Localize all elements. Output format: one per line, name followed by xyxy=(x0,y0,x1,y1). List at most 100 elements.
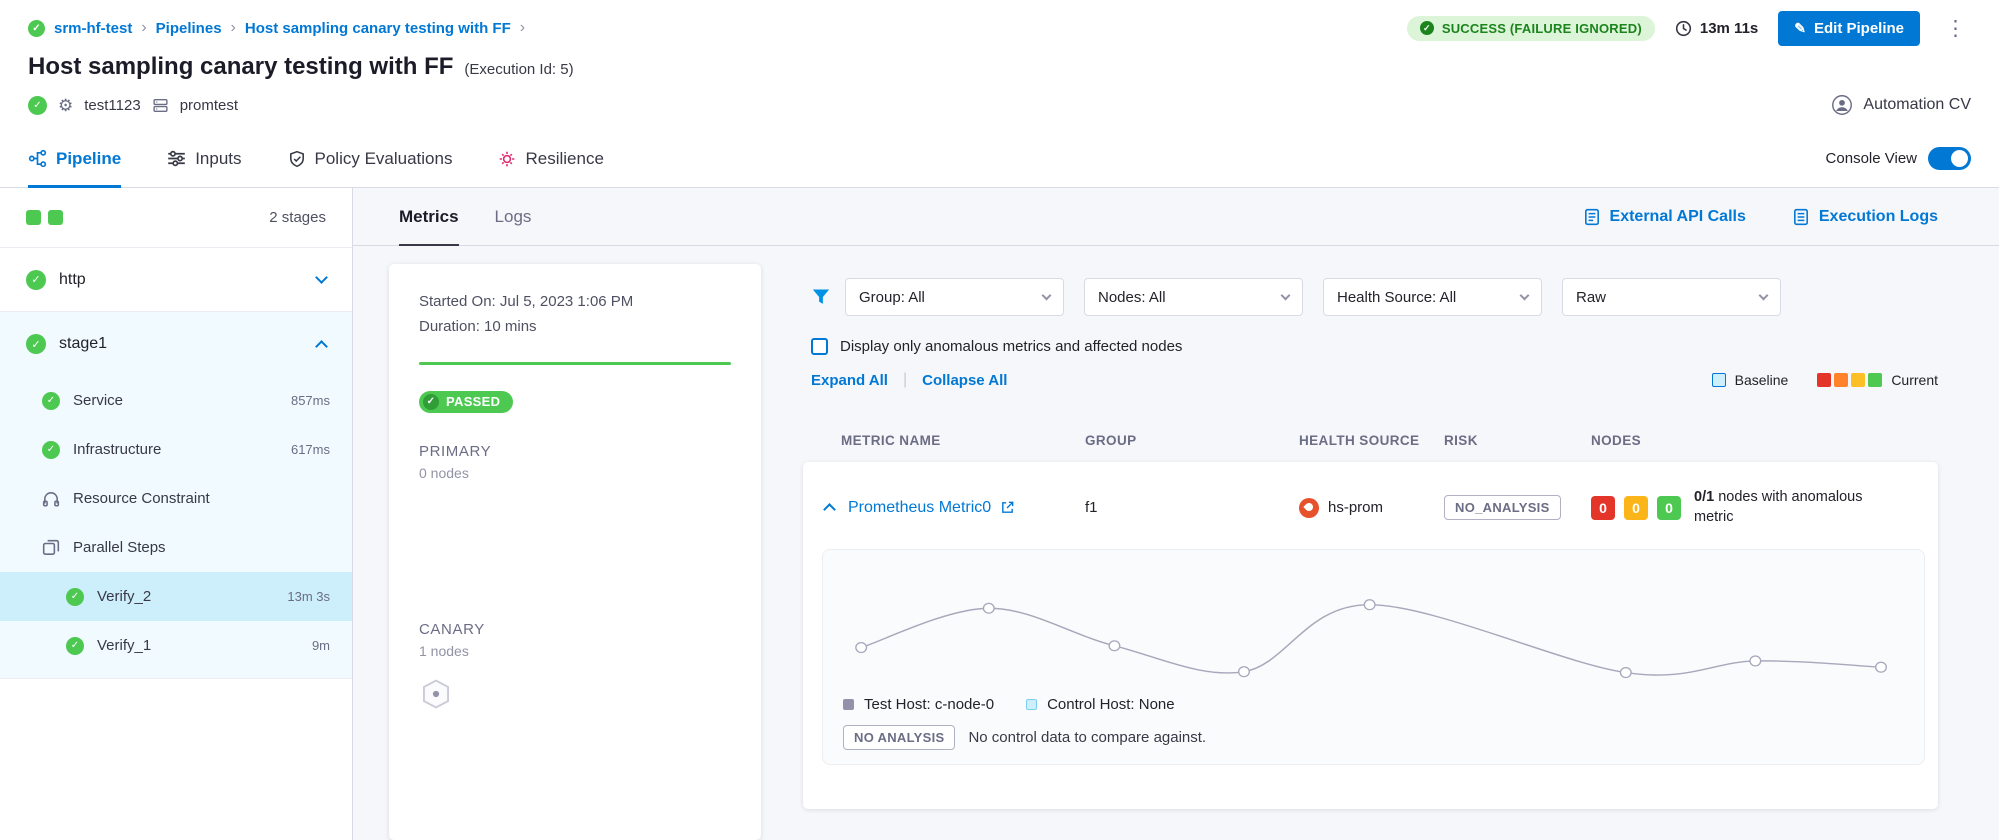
external-link-icon[interactable] xyxy=(1000,500,1015,515)
breadcrumb-pipeline-name[interactable]: Host sampling canary testing with FF xyxy=(245,20,511,37)
service-name: test1123 xyxy=(84,97,140,114)
risk-yellow-swatch-icon xyxy=(1851,373,1865,387)
stage-status-squares xyxy=(26,210,63,225)
triggered-by: Automation CV xyxy=(1831,94,1971,116)
tab-inputs[interactable]: Inputs xyxy=(167,130,241,187)
health-source-name: hs-prom xyxy=(1328,499,1383,516)
primary-node-count: 0 nodes xyxy=(419,465,731,481)
canary-node[interactable] xyxy=(419,677,731,716)
tab-logs[interactable]: Logs xyxy=(495,188,532,245)
topbar: srm-hf-test Pipelines Host sampling cana… xyxy=(0,0,1999,46)
edit-pipeline-button[interactable]: Edit Pipeline xyxy=(1778,11,1920,46)
external-api-calls-link[interactable]: External API Calls xyxy=(1583,208,1746,226)
metrics-table-header: METRIC NAME GROUP HEALTH SOURCE RISK NOD… xyxy=(803,433,1938,448)
stage-row-stage1[interactable]: stage1 xyxy=(0,312,352,376)
chart-point xyxy=(1109,641,1120,651)
page-title: Host sampling canary testing with FF xyxy=(28,53,453,81)
kebab-menu-icon[interactable] xyxy=(1940,16,1971,41)
success-icon xyxy=(26,334,46,354)
execution-logs-label: Execution Logs xyxy=(1819,208,1938,226)
expand-collapse-row: Expand All | Collapse All Baseline xyxy=(803,371,1938,389)
breadcrumb-pipelines[interactable]: Pipelines xyxy=(156,20,222,37)
breadcrumb-project[interactable]: srm-hf-test xyxy=(54,20,132,37)
execution-logs-link[interactable]: Execution Logs xyxy=(1792,208,1938,226)
hosts-row: Test Host: c-node-0 Control Host: None xyxy=(837,696,1910,713)
console-view-toggle[interactable] xyxy=(1928,147,1971,170)
nodes-filter-value: Nodes: All xyxy=(1098,289,1166,306)
canary-label: CANARY xyxy=(419,621,731,638)
baseline-label: Baseline xyxy=(1735,372,1789,388)
metric-name-cell: Prometheus Metric0 xyxy=(841,499,1085,517)
current-label: Current xyxy=(1891,372,1938,388)
project-status-icon xyxy=(28,20,45,37)
api-calls-icon xyxy=(1583,208,1601,226)
canary-node-count: 1 nodes xyxy=(419,643,731,659)
chevron-down-icon xyxy=(1281,290,1291,300)
group-filter-dropdown[interactable]: Group: All xyxy=(845,278,1064,316)
chart-point xyxy=(856,643,867,653)
edit-pipeline-label: Edit Pipeline xyxy=(1814,20,1904,37)
chevron-down-icon xyxy=(1520,290,1530,300)
step-row-verify-2[interactable]: Verify_2 13m 3s xyxy=(0,572,352,621)
metric-name-link[interactable]: Prometheus Metric0 xyxy=(848,499,991,517)
verification-status-badge: PASSED xyxy=(419,391,513,413)
test-host-swatch-icon xyxy=(843,699,854,710)
chart-point xyxy=(1876,662,1887,672)
step-row-service[interactable]: Service 857ms xyxy=(0,376,352,425)
tab-pipeline[interactable]: Pipeline xyxy=(28,130,121,187)
step-row-resource-constraint[interactable]: Resource Constraint xyxy=(0,474,352,523)
shield-check-icon xyxy=(288,150,306,168)
tab-policy-evaluations-label: Policy Evaluations xyxy=(315,149,453,169)
step-label: Infrastructure xyxy=(73,441,161,458)
step-list: Service 857ms Infrastructure 617ms Resou… xyxy=(0,376,352,679)
breadcrumb-separator xyxy=(520,19,525,37)
anomalous-checkbox-label: Display only anomalous metrics and affec… xyxy=(840,338,1182,355)
filter-icon xyxy=(811,287,831,307)
service-status-icon xyxy=(28,96,47,115)
check-icon xyxy=(1420,21,1434,35)
control-host-label: Control Host: None xyxy=(1047,696,1175,713)
step-row-infrastructure[interactable]: Infrastructure 617ms xyxy=(0,425,352,474)
step-label: Parallel Steps xyxy=(73,539,166,556)
filter-row: Group: All Nodes: All Health Source: All xyxy=(803,278,1938,316)
chart-point xyxy=(983,603,994,613)
pipeline-icon xyxy=(28,149,47,168)
analysis-message: No control data to compare against. xyxy=(968,729,1206,746)
execution-logs-icon xyxy=(1792,208,1810,226)
control-host-chip[interactable]: Control Host: None xyxy=(1026,696,1175,713)
service-environment: test1123 promtest xyxy=(28,96,238,115)
step-label: Verify_2 xyxy=(97,588,151,605)
chart-point xyxy=(1239,667,1250,677)
stage-label: stage1 xyxy=(59,335,107,353)
tab-metrics[interactable]: Metrics xyxy=(399,188,459,245)
metrics-tab-bar: Metrics Logs External API Calls Executio… xyxy=(353,188,1999,246)
step-duration: 857ms xyxy=(291,393,330,408)
tab-policy-evaluations[interactable]: Policy Evaluations xyxy=(288,130,453,187)
collapse-chevron-icon[interactable] xyxy=(823,503,836,516)
collapse-all-link[interactable]: Collapse All xyxy=(922,372,1007,389)
test-host-chip[interactable]: Test Host: c-node-0 xyxy=(843,696,994,713)
step-row-verify-1[interactable]: Verify_1 9m xyxy=(0,621,352,670)
risk-red-swatch-icon xyxy=(1817,373,1831,387)
health-source-filter-dropdown[interactable]: Health Source: All xyxy=(1323,278,1542,316)
step-label: Service xyxy=(73,392,123,409)
chevron-down-icon xyxy=(1759,290,1769,300)
expand-all-link[interactable]: Expand All xyxy=(811,372,888,389)
stage-row-http[interactable]: http xyxy=(0,248,352,312)
stage-label: http xyxy=(59,271,86,289)
verification-status-label: PASSED xyxy=(446,394,500,409)
tab-resilience[interactable]: Resilience xyxy=(498,130,603,187)
data-mode-dropdown[interactable]: Raw xyxy=(1562,278,1781,316)
col-nodes: NODES xyxy=(1591,433,1938,448)
prometheus-icon xyxy=(1299,498,1319,518)
started-on: Started On: Jul 5, 2023 1:06 PM xyxy=(419,290,731,315)
nodes-summary-text: nodes with anomalous metric xyxy=(1694,489,1863,525)
breadcrumb: srm-hf-test Pipelines Host sampling cana… xyxy=(28,19,525,37)
resilience-icon xyxy=(498,150,516,168)
pipeline-execution-page: srm-hf-test Pipelines Host sampling cana… xyxy=(0,0,1999,840)
step-row-parallel-steps[interactable]: Parallel Steps xyxy=(0,523,352,572)
anomalous-checkbox[interactable] xyxy=(811,338,828,355)
status-badge-label: SUCCESS (FAILURE IGNORED) xyxy=(1442,21,1642,36)
nodes-filter-dropdown[interactable]: Nodes: All xyxy=(1084,278,1303,316)
verification-panel: Metrics Logs External API Calls Executio… xyxy=(353,188,1999,840)
